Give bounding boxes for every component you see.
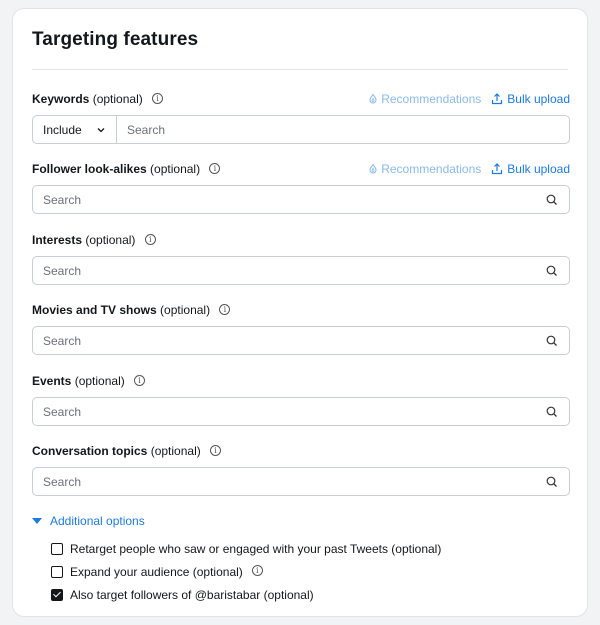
keywords-search-input[interactable]: Search <box>117 123 569 137</box>
events-optional: (optional) <box>74 374 125 388</box>
target-followers-checkbox[interactable] <box>51 588 63 601</box>
expand-audience-checkbox[interactable] <box>51 565 63 578</box>
movies-tv-label-row: Movies and TV shows (optional) i <box>32 300 570 320</box>
retarget-checkbox[interactable] <box>51 542 63 555</box>
search-icon <box>546 194 557 205</box>
events-search-input[interactable]: Search <box>33 405 545 419</box>
follower-lookalikes-search-input[interactable]: Search <box>33 193 545 207</box>
events-label: Events <box>32 374 72 388</box>
keywords-label-row: Keywords (optional) i Recommendations Bu… <box>32 89 570 109</box>
interests-label-row: Interests (optional) i <box>32 230 570 250</box>
targeting-features-card: Targeting features Keywords (optional) i… <box>12 8 588 617</box>
retarget-option[interactable]: Retarget people who saw or engaged with … <box>51 537 441 560</box>
bulk-upload-label: Bulk upload <box>507 92 570 106</box>
conversation-topics-section: Conversation topics (optional) i Search <box>32 441 570 496</box>
follower-bulk-upload-link[interactable]: Bulk upload <box>491 159 570 179</box>
conversation-topics-search-field[interactable]: Search <box>32 467 570 496</box>
events-section: Events (optional) i Search <box>32 371 570 426</box>
search-icon <box>546 335 557 346</box>
interests-optional: (optional) <box>85 233 136 247</box>
info-icon[interactable]: i <box>219 304 231 316</box>
caret-down-icon <box>32 518 42 524</box>
follower-lookalikes-label: Follower look-alikes <box>32 162 147 176</box>
target-followers-label: Also target followers of @baristabar (op… <box>70 587 314 602</box>
additional-options-toggle[interactable]: Additional options <box>32 514 145 528</box>
upload-icon <box>491 163 503 175</box>
search-icon <box>546 476 557 487</box>
keywords-field: Include Search <box>32 115 570 144</box>
movies-tv-section: Movies and TV shows (optional) i Search <box>32 300 570 355</box>
include-select[interactable]: Include <box>33 116 117 143</box>
follower-lookalikes-actions: Recommendations Bulk upload <box>367 159 570 179</box>
info-icon[interactable]: i <box>251 565 263 576</box>
recommendations-icon <box>367 163 379 175</box>
interests-label: Interests <box>32 233 83 247</box>
info-icon[interactable]: i <box>210 445 222 457</box>
events-search-field[interactable]: Search <box>32 397 570 426</box>
recommendations-icon <box>367 93 379 105</box>
info-icon[interactable]: i <box>144 234 156 246</box>
keywords-actions: Recommendations Bulk upload <box>367 89 570 109</box>
info-icon[interactable]: i <box>134 375 146 387</box>
conversation-topics-search-input[interactable]: Search <box>33 475 545 489</box>
conversation-topics-label-row: Conversation topics (optional) i <box>32 441 570 461</box>
movies-tv-optional: (optional) <box>160 303 211 317</box>
expand-audience-label: Expand your audience (optional) <box>70 564 243 579</box>
recommendations-label: Recommendations <box>381 162 482 176</box>
target-followers-option[interactable]: Also target followers of @baristabar (op… <box>51 583 441 606</box>
additional-options-label: Additional options <box>50 514 145 528</box>
keywords-bulk-upload-link[interactable]: Bulk upload <box>491 89 570 109</box>
keywords-label: Keywords <box>32 92 90 106</box>
search-icon <box>546 265 557 276</box>
keywords-optional: (optional) <box>92 92 143 106</box>
info-icon[interactable]: i <box>152 93 164 105</box>
interests-search-input[interactable]: Search <box>33 264 545 278</box>
movies-tv-search-field[interactable]: Search <box>32 326 570 355</box>
follower-lookalikes-search-field[interactable]: Search <box>32 185 570 214</box>
card-title: Targeting features <box>32 29 199 50</box>
follower-lookalikes-optional: (optional) <box>150 162 201 176</box>
interests-search-field[interactable]: Search <box>32 256 570 285</box>
title-divider <box>32 69 568 70</box>
follower-lookalikes-section: Follower look-alikes (optional) i Recomm… <box>32 159 570 214</box>
events-label-row: Events (optional) i <box>32 371 570 391</box>
conversation-topics-optional: (optional) <box>150 444 201 458</box>
conversation-topics-label: Conversation topics <box>32 444 148 458</box>
recommendations-label: Recommendations <box>381 92 482 106</box>
keywords-section: Keywords (optional) i Recommendations Bu… <box>32 89 570 144</box>
info-icon[interactable]: i <box>209 163 221 175</box>
expand-audience-option[interactable]: Expand your audience (optional) i <box>51 560 441 583</box>
retarget-label: Retarget people who saw or engaged with … <box>70 541 442 556</box>
upload-icon <box>491 93 503 105</box>
include-select-value: Include <box>43 122 82 137</box>
keywords-recommendations-link[interactable]: Recommendations <box>367 89 481 109</box>
search-icon <box>546 406 557 417</box>
interests-section: Interests (optional) i Search <box>32 230 570 285</box>
movies-tv-label: Movies and TV shows <box>32 303 157 317</box>
movies-tv-search-input[interactable]: Search <box>33 334 545 348</box>
follower-recommendations-link[interactable]: Recommendations <box>367 159 481 179</box>
additional-options-list: Retarget people who saw or engaged with … <box>51 537 441 606</box>
bulk-upload-label: Bulk upload <box>507 162 570 176</box>
chevron-down-icon <box>97 127 105 132</box>
follower-lookalikes-label-row: Follower look-alikes (optional) i Recomm… <box>32 159 570 179</box>
